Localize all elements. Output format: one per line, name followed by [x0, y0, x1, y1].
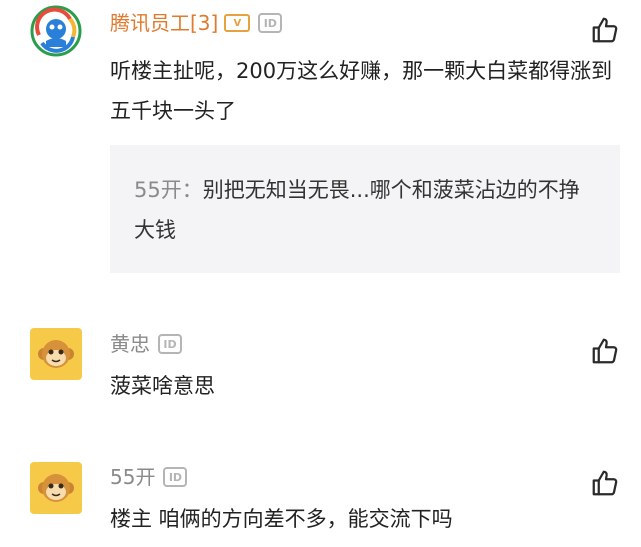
id-badge: ID	[258, 13, 283, 33]
like-button[interactable]	[590, 336, 620, 366]
reply-box[interactable]: 55开：别把无知当无畏...哪个和菠菜沾边的不挣大钱	[110, 145, 620, 273]
name-row: 55开 ID	[110, 462, 188, 492]
thumbs-up-icon	[592, 338, 618, 364]
name-row: 黄忠 ID	[110, 329, 182, 359]
name-row: 腾讯员工[3] V ID	[110, 8, 283, 38]
avatar[interactable]	[30, 328, 82, 380]
comment-text: 菠菜啥意思	[110, 374, 215, 398]
comment-text: 楼主 咱俩的方向差不多，能交流下吗	[110, 507, 453, 531]
avatar[interactable]	[30, 462, 82, 514]
tencent-news-logo-icon	[30, 5, 82, 57]
monkey-avatar-icon	[30, 462, 82, 514]
like-button[interactable]	[590, 468, 620, 498]
username[interactable]: 55开	[110, 462, 155, 492]
thumbs-up-icon	[592, 470, 618, 496]
username[interactable]: 腾讯员工[3]	[110, 8, 218, 38]
id-badge: ID	[163, 467, 188, 487]
vip-level-badge: V	[224, 14, 251, 32]
avatar[interactable]	[30, 5, 82, 57]
id-badge: ID	[158, 334, 182, 354]
comment-text: 听楼主扯呢，200万这么好赚，那一颗大白菜都得涨到五千块一头了	[110, 59, 613, 123]
monkey-avatar-icon	[30, 328, 82, 380]
reply-author[interactable]: 55开：	[134, 178, 203, 202]
thumbs-up-icon	[592, 17, 618, 43]
username[interactable]: 黄忠	[110, 329, 150, 359]
like-button[interactable]	[590, 15, 620, 45]
